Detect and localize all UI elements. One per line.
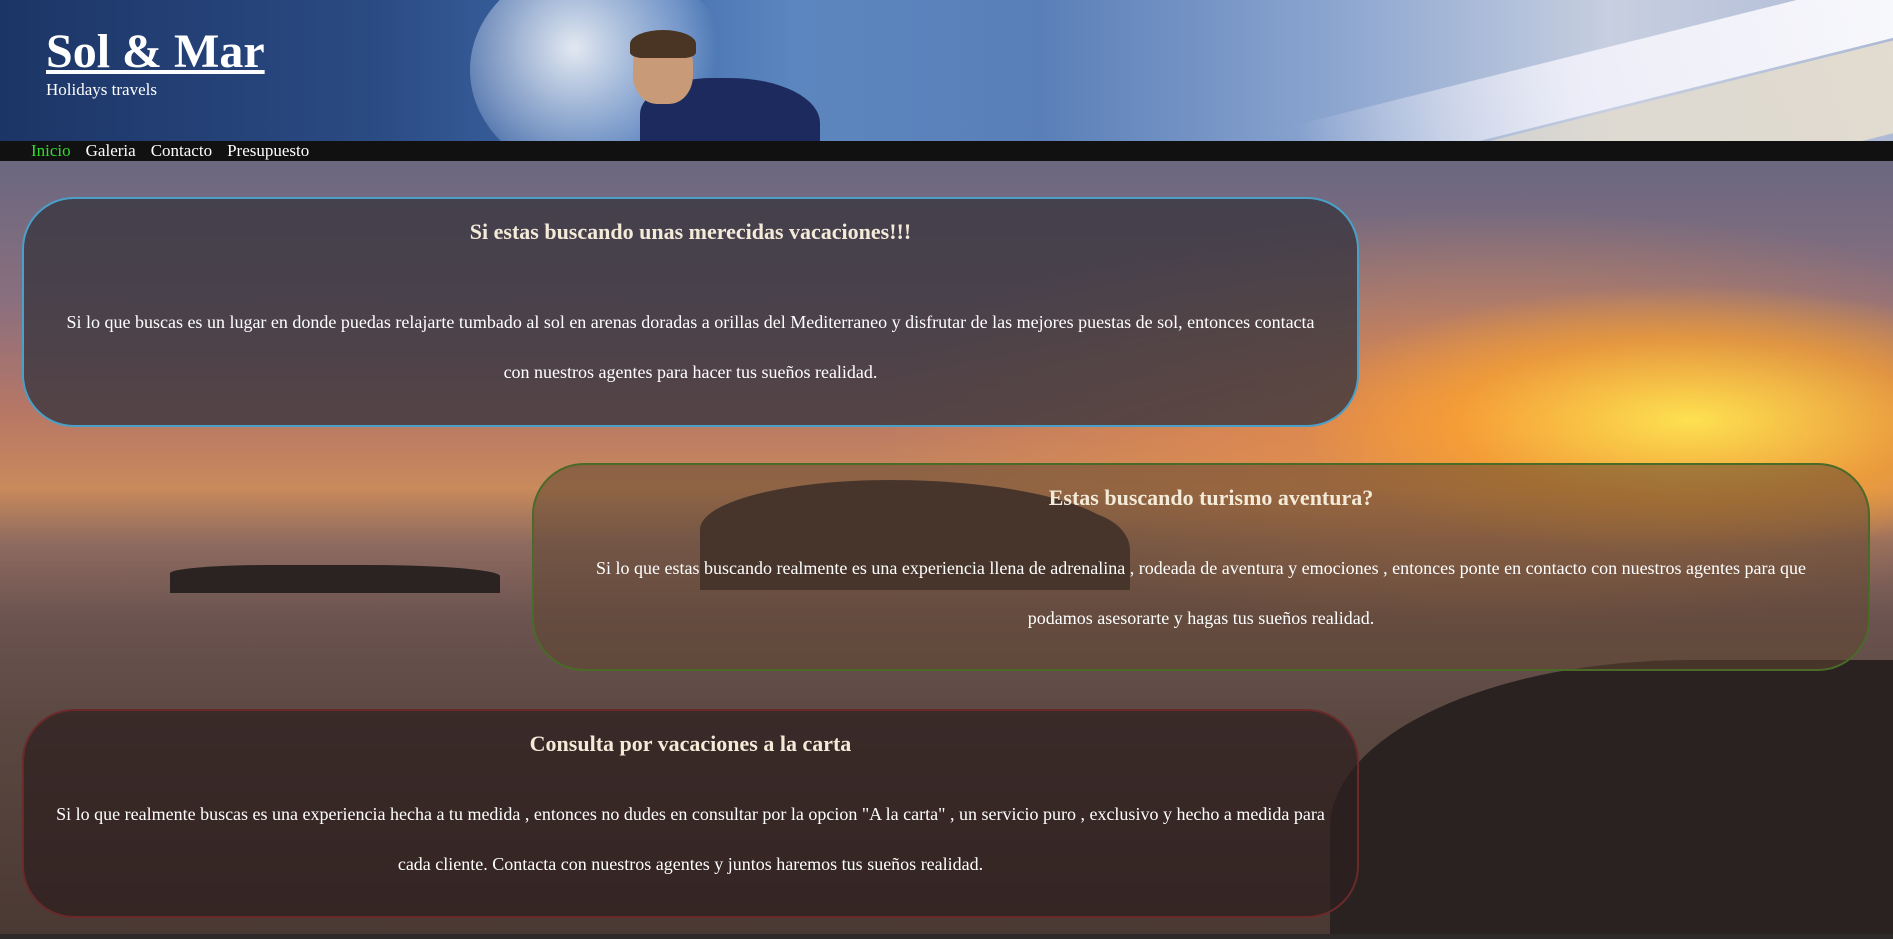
- section-title: Estas buscando turismo aventura?: [1048, 485, 1374, 510]
- promo-section-relax: Si estas buscando unas merecidas vacacio…: [22, 197, 1359, 427]
- nav-item-contacto[interactable]: Contacto: [151, 141, 212, 161]
- nav-item-galeria[interactable]: Galeria: [86, 141, 136, 161]
- section-title: Si estas buscando unas merecidas vacacio…: [469, 219, 912, 244]
- main-nav: Inicio Galeria Contacto Presupuesto: [0, 141, 1893, 161]
- header-banner: Sol & Mar Holidays travels: [0, 0, 1893, 141]
- page: Sol & Mar Holidays travels Inicio Galeri…: [0, 0, 1893, 939]
- section-body: Si lo que buscas es un lugar en donde pu…: [66, 312, 1315, 382]
- surfer-hair-image: [630, 30, 696, 58]
- site-title-link[interactable]: Sol & Mar: [46, 24, 265, 80]
- site-subtitle: Holidays travels: [46, 80, 157, 99]
- promo-section-custom: Consulta por vacaciones a la carta Si lo…: [22, 709, 1359, 918]
- page-bottom-edge: [0, 934, 1893, 939]
- section-body: Si lo que estas buscando realmente es un…: [595, 558, 1806, 628]
- section-body: Si lo que realmente buscas es una experi…: [56, 804, 1325, 874]
- section-title: Consulta por vacaciones a la carta: [529, 731, 852, 756]
- shore-rocks: [1330, 660, 1893, 939]
- nav-item-presupuesto[interactable]: Presupuesto: [227, 141, 309, 161]
- nav-item-inicio[interactable]: Inicio: [31, 141, 71, 161]
- promo-section-adventure: Estas buscando turismo aventura? Si lo q…: [532, 463, 1870, 671]
- background-rocks: [170, 565, 500, 593]
